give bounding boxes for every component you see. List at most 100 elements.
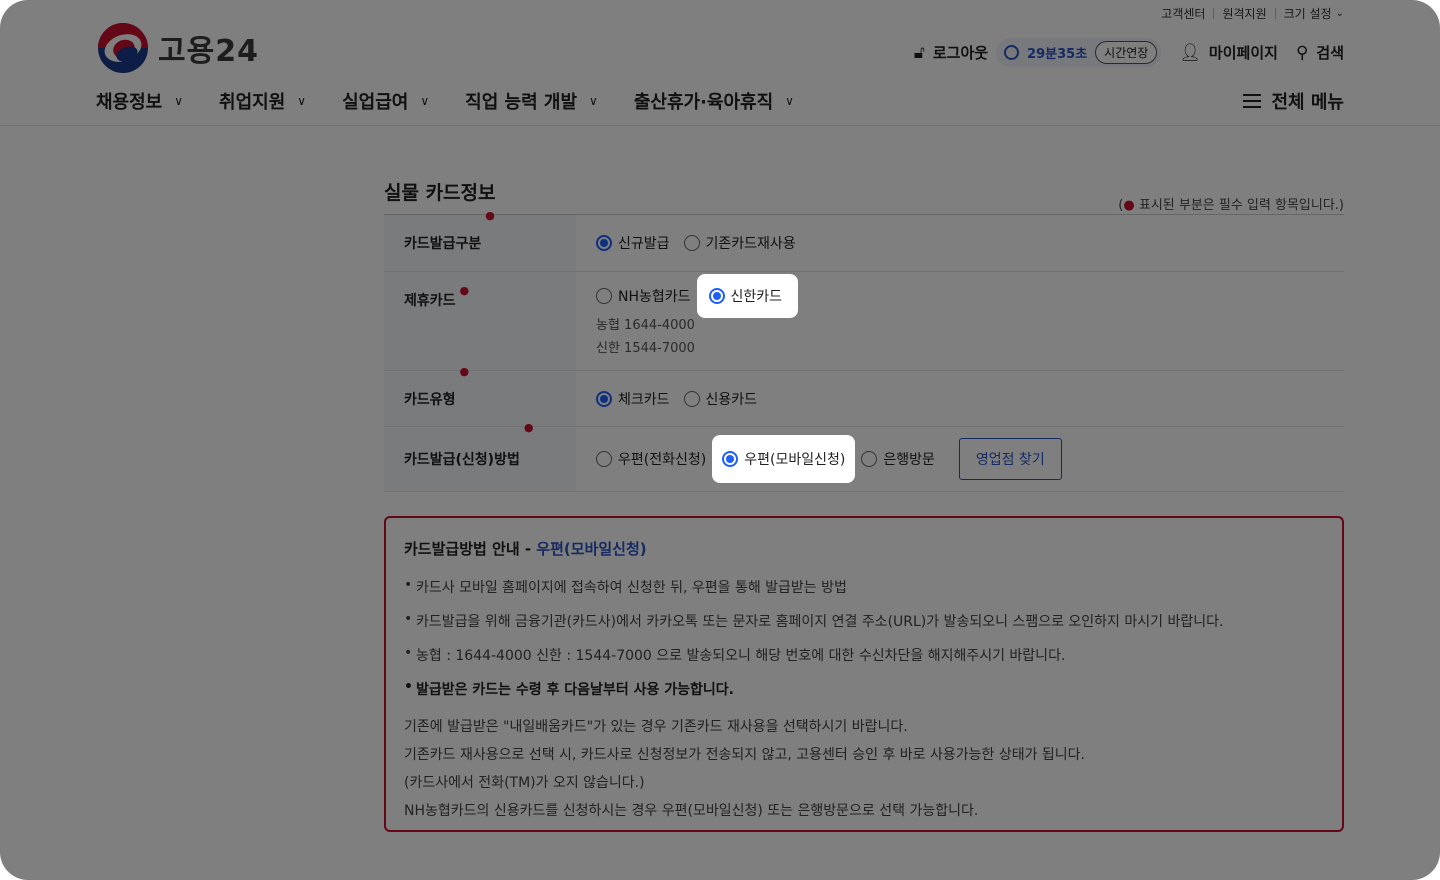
radio-icon[interactable] (861, 451, 878, 467)
chevron-down-icon: ∨ (589, 94, 598, 108)
search-icon: ⚲ (1295, 42, 1309, 63)
radio-selected-icon[interactable] (722, 451, 739, 467)
chevron-down-icon: ∨ (297, 94, 307, 108)
nav-label: 채용정보 (96, 92, 163, 113)
radio-icon[interactable] (683, 390, 700, 407)
utility-bar: 고객센터 원격지원 크기 설정 ⌄ (1161, 5, 1344, 22)
find-branch-button[interactable]: 영업점 찾기 (958, 438, 1062, 480)
guide-title-text: 카드발급방법 안내 - (404, 540, 537, 558)
customer-center-link[interactable]: 고객센터 (1161, 5, 1205, 22)
row-label: 카드유형 ● (384, 365, 576, 426)
row-value: NH농협카드 신한카드 농협 1644-4000 신한 1544-7000 (576, 272, 1344, 370)
user-icon: 👤︎ (1179, 42, 1201, 63)
row-value: 체크카드 신용카드 (576, 371, 1344, 426)
guide-bullet: 카드사 모바일 홈페이지에 접속하여 신청한 뒤, 우편을 통해 발급받는 방법 (404, 577, 1324, 597)
timer-value: 29분35초 (1027, 47, 1088, 62)
radio-label: 신용카드 (705, 391, 758, 408)
nav-label: 실업급여 (342, 92, 409, 113)
all-menu-label: 전체 메뉴 (1271, 92, 1344, 113)
radio-label: 우편(모바일신청) (744, 452, 846, 468)
radio-check-card[interactable]: 체크카드 (596, 385, 670, 413)
radio-credit-card[interactable]: 신용카드 (683, 385, 758, 413)
required-dot-icon: ● (523, 421, 534, 434)
search-label: 검색 (1316, 44, 1344, 62)
guide-title: 카드발급방법 안내 - 우편(모바일신청) (404, 538, 1324, 559)
font-size-setting[interactable]: 크기 설정 (1284, 5, 1332, 22)
guide-note: 기존카드 재사용으로 선택 시, 카드사로 신청정보가 전송되지 않고, 고용센… (404, 747, 1086, 763)
guide-title-highlight: 우편(모바일신청) (536, 540, 647, 558)
guide-bullet: 카드발급을 위해 금융기관(카드사)에서 카카오톡 또는 문자로 홈페이지 연결… (404, 611, 1324, 631)
required-dot-icon: ● (485, 209, 495, 222)
remote-support-link[interactable]: 원격지원 (1222, 5, 1266, 22)
radio-selected-icon[interactable] (596, 390, 612, 407)
required-note-text: 표시된 부분은 필수 입력 항목입니다.) (1138, 198, 1344, 213)
guide-note: 기존에 발급받은 "내일배움카드"가 있는 경우 기존카드 재사용을 선택하시기… (404, 719, 908, 735)
section-title: 실물 카드정보 (384, 182, 496, 204)
radio-icon[interactable] (596, 288, 612, 304)
row-label: 카드발급(신청)방법 ● (384, 421, 576, 491)
nav-item-jobs[interactable]: 채용정보 ∨ (96, 88, 183, 114)
chevron-down-icon: ∨ (420, 94, 430, 108)
card-info-form: 카드발급구분 ● 신규발급 기존카드재사용 제휴카드 ● NH농협카드 신한카드 농… (384, 209, 1344, 492)
clock-icon (1004, 45, 1020, 60)
radio-label: 은행방문 (883, 452, 935, 468)
guide-bullet: 발급받은 카드는 수령 후 다음날부터 사용 가능합니다. (404, 679, 1324, 699)
radio-group: 우편(전화신청) 우편(모바일신청) 은행방문 영업점 찾기 (596, 435, 1344, 483)
guide-bullet: 농협 : 1644-4000 신한 : 1544-7000 으로 발송되오니 해… (404, 645, 1324, 665)
nav-item-employment-support[interactable]: 취업지원 ∨ (219, 88, 306, 114)
chevron-down-icon: ∨ (785, 94, 794, 108)
radio-selected-icon[interactable] (596, 235, 612, 251)
page-frame: 고객센터 원격지원 크기 설정 ⌄ 고용24 🔓︎ 로그아웃 29분35초 시간… (0, 0, 1440, 880)
header-divider (0, 125, 1440, 126)
mypage-button[interactable]: 👤︎ 마이페이지 (1179, 42, 1278, 63)
guide-note: NH농협카드의 신용카드를 신청하시는 경우 우편(모바일신청) 또는 은행방문… (404, 803, 979, 819)
label-text: 카드유형 (404, 391, 456, 408)
radio-nh-card[interactable]: NH농협카드 (596, 282, 691, 310)
nav-item-unemployment-benefit[interactable]: 실업급여 ∨ (342, 88, 429, 114)
radio-new-issue[interactable]: 신규발급 (596, 229, 670, 257)
radio-mail-phone[interactable]: 우편(전화신청) (596, 445, 706, 473)
radio-mail-mobile[interactable]: 우편(모바일신청) (712, 435, 856, 483)
radio-group: 신규발급 기존카드재사용 (596, 229, 1344, 257)
row-issue-type: 카드발급구분 ● 신규발급 기존카드재사용 (384, 209, 1344, 272)
radio-label: 신한카드 (730, 289, 783, 305)
issue-method-guide: 카드발급방법 안내 - 우편(모바일신청) 카드사 모바일 홈페이지에 접속하여… (384, 516, 1344, 832)
logout-button[interactable]: 🔓︎ 로그아웃 (914, 42, 988, 63)
row-issue-method: 카드발급(신청)방법 ● 우편(전화신청) 우편(모바일신청) 은행방문 영업점 … (384, 421, 1344, 492)
row-label: 카드발급구분 ● (384, 209, 576, 271)
nav-label: 출산휴가·육아휴직 (633, 92, 774, 113)
radio-label: 신규발급 (618, 236, 670, 252)
chevron-down-icon: ∨ (174, 94, 184, 108)
mypage-label: 마이페이지 (1208, 44, 1278, 62)
radio-label: 우편(전화신청) (618, 452, 707, 468)
hamburger-icon (1243, 94, 1262, 108)
required-note: (● 표시된 부분은 필수 입력 항목입니다.) (1118, 194, 1344, 213)
radio-icon[interactable] (683, 235, 700, 251)
radio-reuse-card[interactable]: 기존카드재사용 (683, 229, 796, 257)
radio-bank-visit[interactable]: 은행방문 (861, 445, 935, 473)
label-text: 제휴카드 (404, 293, 456, 309)
main-nav: 채용정보 ∨ 취업지원 ∨ 실업급여 ∨ 직업 능력 개발 ∨ 출산휴가·육아휴직 ∨ (96, 88, 830, 114)
header-actions: 🔓︎ 로그아웃 29분35초 시간연장 👤︎ 마이페이지 ⚲ 검색 (896, 38, 1344, 67)
search-button[interactable]: ⚲ 검색 (1296, 42, 1344, 63)
row-label: 제휴카드 ● (384, 272, 576, 370)
radio-label: 기존카드재사용 (705, 236, 796, 252)
required-dot-icon: ● (1123, 198, 1139, 213)
logout-label: 로그아웃 (932, 44, 989, 62)
radio-selected-icon[interactable] (708, 288, 725, 304)
radio-shinhan-card[interactable]: 신한카드 (696, 274, 799, 318)
logo-text: 고용24 (158, 34, 259, 69)
taegeuk-logo-icon (98, 23, 148, 73)
guide-bullets: 카드사 모바일 홈페이지에 접속하여 신청한 뒤, 우편을 통해 발급받는 방법… (404, 577, 1324, 699)
divider (1213, 8, 1215, 19)
extend-time-button[interactable]: 시간연장 (1095, 41, 1158, 64)
site-logo[interactable]: 고용24 (98, 23, 259, 73)
radio-icon[interactable] (596, 451, 612, 467)
guide-note: (카드사에서 전화(TM)가 오지 않습니다.) (404, 775, 645, 791)
row-value: 우편(전화신청) 우편(모바일신청) 은행방문 영업점 찾기 (576, 427, 1344, 491)
nav-item-parental-leave[interactable]: 출산휴가·육아휴직 ∨ (634, 88, 794, 114)
chevron-down-icon[interactable]: ⌄ (1336, 8, 1344, 19)
nav-item-skill-development[interactable]: 직업 능력 개발 ∨ (465, 88, 598, 114)
row-value: 신규발급 기존카드재사용 (576, 215, 1344, 271)
all-menu-button[interactable]: 전체 메뉴 (1243, 88, 1344, 114)
